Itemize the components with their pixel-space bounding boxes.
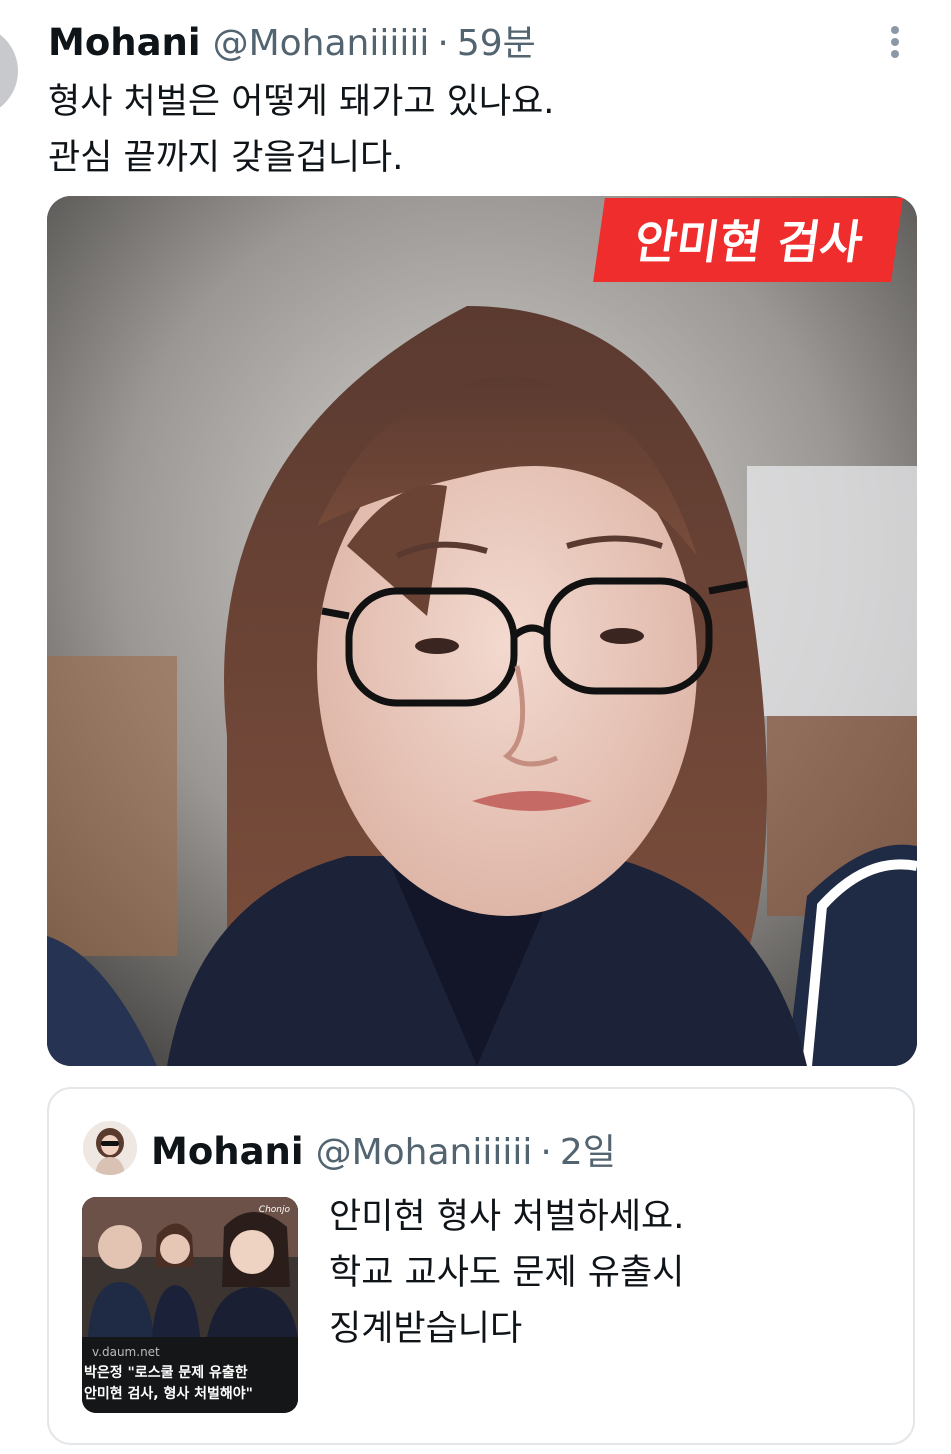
tweet-text-line: 형사 처벌은 어떻게 돼가고 있나요. [48,82,555,122]
quoted-user-handle[interactable]: @Mohaniiiiii [316,1132,533,1173]
tweet-header: Mohani @Mohaniiiiii · 59분 [48,14,536,64]
thumbnail-headline-line: 안미현 검사, 형사 처벌해야" [84,1386,253,1402]
user-avatar[interactable] [0,25,18,117]
tweet-text-line: 관심 끝까지 갖을겁니다. [48,138,404,178]
quoted-user-avatar[interactable] [83,1121,137,1175]
quoted-media-thumbnail[interactable]: Chonjo v.daum.net 박은정 "로스쿨 문제 유출한 안미현 검사… [82,1197,298,1413]
quoted-text-line: 안미현 형사 처벌하세요. [329,1197,685,1237]
thumbnail-headline-line: 박은정 "로스쿨 문제 유출한 [84,1365,248,1381]
quoted-text-line: 학교 교사도 문제 유출시 [329,1253,685,1293]
quoted-text-line: 징계받습니다 [329,1309,523,1349]
more-vertical-icon[interactable] [878,22,912,62]
display-name[interactable]: Mohani [48,21,201,64]
avatar-image [83,1121,137,1175]
tweet-media-image[interactable]: 안미현 검사 [47,196,917,1066]
timestamp[interactable]: 59분 [457,14,536,66]
separator-dot: · [540,1132,552,1173]
quoted-display-name[interactable]: Mohani [151,1130,304,1173]
thumbnail-brand-text: Chonjo [258,1205,290,1215]
separator-dot: · [437,23,449,64]
user-handle[interactable]: @Mohaniiiiii [213,23,430,64]
tweet-text: 형사 처벌은 어떻게 돼가고 있나요. 관심 끝까지 갖을겁니다. [48,74,908,186]
quoted-timestamp[interactable]: 2일 [560,1123,616,1175]
quoted-tweet-header: Mohani @Mohaniiiiii · 2일 [151,1123,616,1175]
portrait-illustration [47,196,917,1066]
quoted-tweet-card[interactable]: Mohani @Mohaniiiiii · 2일 Chonjo v.daum.n… [47,1087,915,1445]
quoted-tweet-text: 안미현 형사 처벌하세요. 학교 교사도 문제 유출시 징계받습니다 [329,1189,889,1357]
thumbnail-source: v.daum.net [92,1345,160,1359]
media-caption-tag: 안미현 검사 [593,198,903,282]
thumbnail-headline: 박은정 "로스쿨 문제 유출한 안미현 검사, 형사 처벌해야" [84,1363,296,1405]
